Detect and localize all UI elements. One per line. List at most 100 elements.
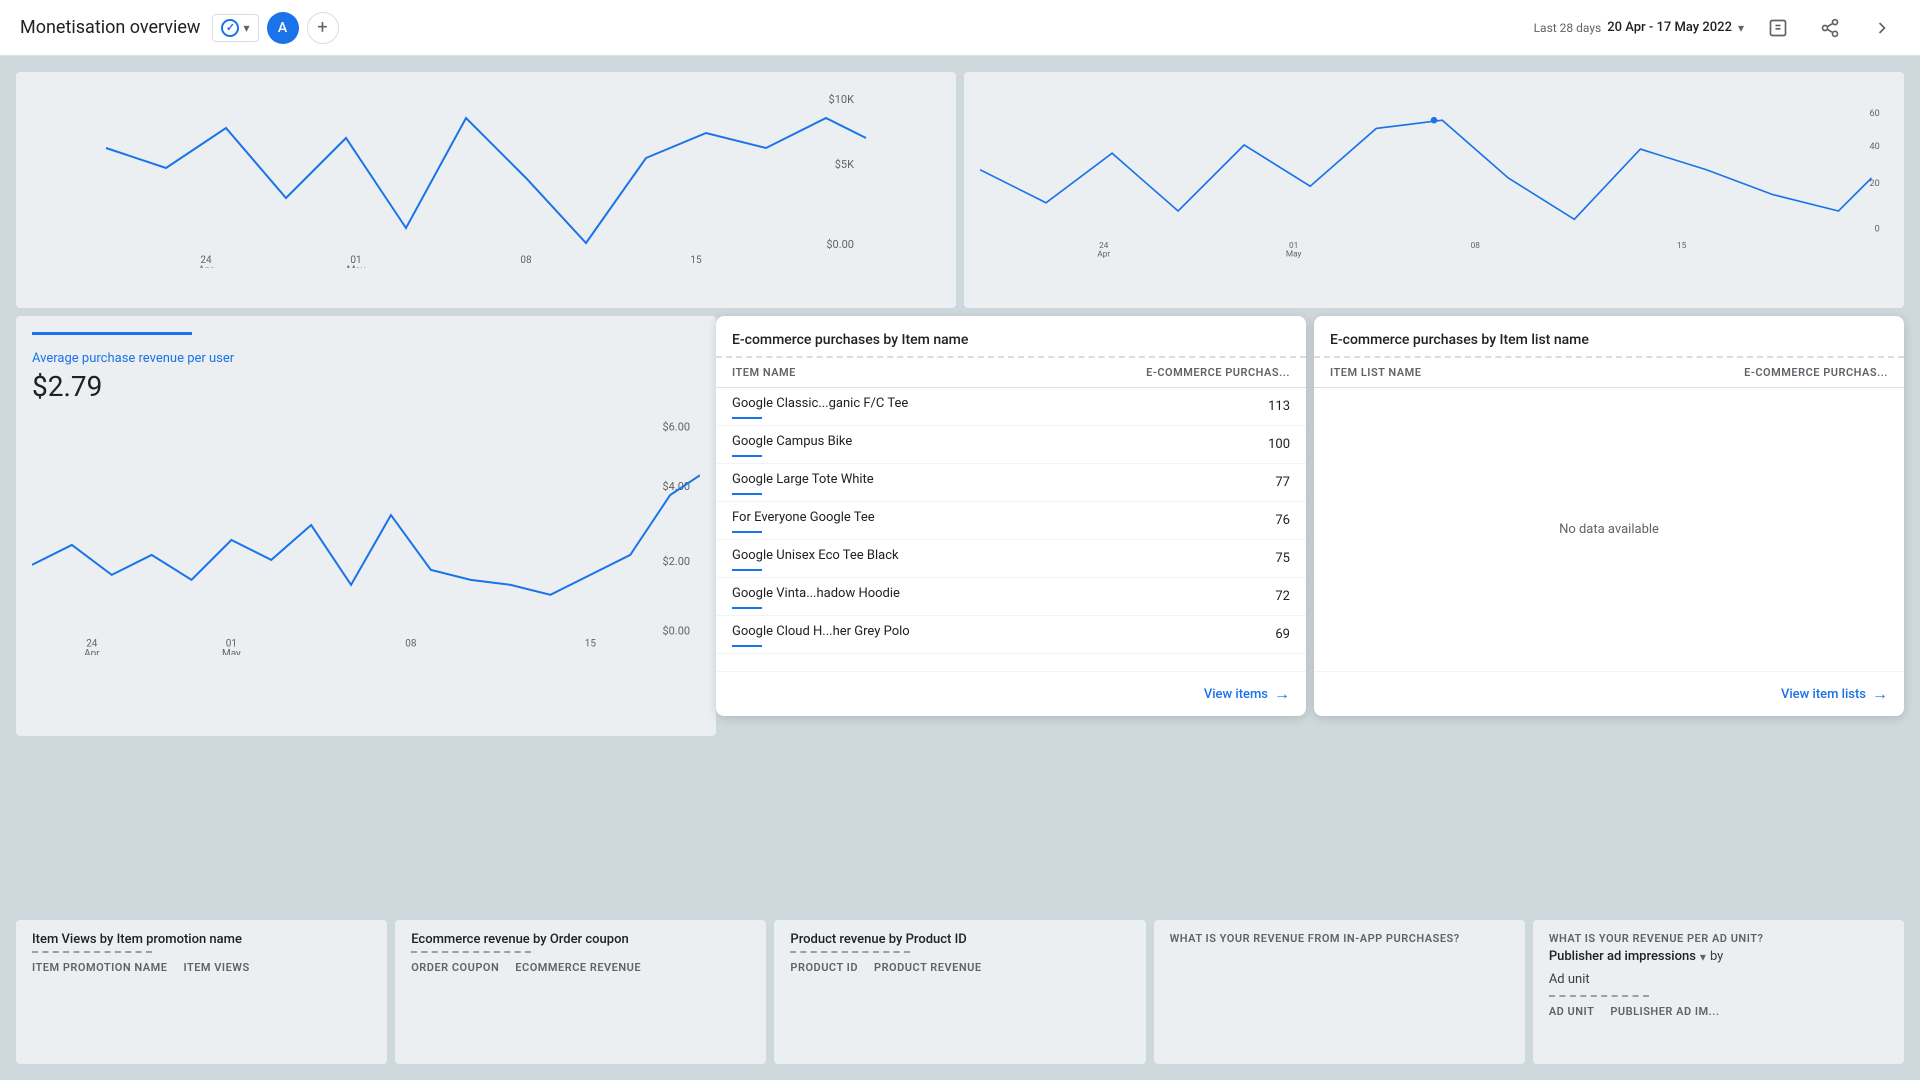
revenue-per-ad-unit-card: WHAT IS YOUR REVENUE PER AD UNIT? Publis… [1533,920,1904,1064]
ecommerce-card-footer: View items → [716,671,1306,716]
row-item-value: 76 [1275,513,1290,528]
svg-text:$10K: $10K [829,93,855,106]
svg-text:May: May [1286,249,1302,259]
row-underline [732,645,762,647]
ecommerce-item-name-header: E-commerce purchases by Item name [716,316,1306,358]
publisher-impressions-row: Publisher ad impressions ▾ by [1549,949,1888,964]
ecommerce-item-list-header: E-commerce purchases by Item list name [1314,316,1904,358]
table-row: Google Campus Bike 100 [716,426,1306,464]
row-item-name: Google Classic...ganic F/C Tee [732,396,1268,417]
row-item-value: 75 [1275,551,1290,566]
svg-text:May: May [347,265,366,268]
item-views-promotion-card: Item Views by Item promotion name ITEM P… [16,920,387,1064]
check-button[interactable]: ▾ [212,14,258,42]
svg-text:Apr: Apr [84,649,100,655]
add-button[interactable]: + [307,12,339,44]
publisher-impressions-label: Publisher ad impressions [1549,949,1696,964]
svg-text:40: 40 [1870,142,1880,152]
row-underline [732,455,762,457]
top-charts-row: $10K $5K $0.00 24 Apr 01 May 08 15 60 40… [0,56,1920,316]
avatar[interactable]: A [267,12,299,44]
header: Monetisation overview ▾ A + Last 28 days… [0,0,1920,56]
table-row: Google Large Tote White 77 [716,464,1306,502]
edit-icon-button[interactable] [1760,10,1796,46]
svg-text:15: 15 [1677,241,1687,251]
table-row: Google Cloud H...her Grey Polo 69 [716,616,1306,654]
col-item-name-header: ITEM NAME [732,366,1146,379]
date-range-dropdown-arrow: ▾ [1738,21,1744,35]
row-underline [732,493,762,495]
item-list-card-footer: View item lists → [1314,671,1904,716]
ecommerce-coupon-card: Ecommerce revenue by Order coupon ORDER … [395,920,766,1064]
svg-text:60: 60 [1870,109,1880,119]
share-icon-button[interactable] [1812,10,1848,46]
floating-table-cards: E-commerce purchases by Item name ITEM N… [716,316,1904,716]
item-promo-col1: ITEM PROMOTION NAME [32,961,167,974]
table-row: For Everyone Google Tee 76 [716,502,1306,540]
product-revenue-cols: PRODUCT ID PRODUCT REVENUE [790,961,1129,974]
svg-text:$6.00: $6.00 [663,420,691,433]
svg-text:$0.00: $0.00 [663,625,691,638]
product-revenue-card: Product revenue by Product ID PRODUCT ID… [774,920,1145,1064]
ad-unit-cols: AD UNIT PUBLISHER AD IM... [1549,1005,1888,1018]
table-row: Google Unisex Eco Tee Black 75 [716,540,1306,578]
row-item-name: Google Campus Bike [732,434,1268,455]
view-item-lists-link[interactable]: View item lists → [1781,684,1888,704]
view-items-link[interactable]: View items → [1204,684,1290,704]
header-right: Last 28 days 20 Apr - 17 May 2022 ▾ [1534,10,1900,46]
active-tab-indicator [32,332,192,335]
svg-text:$2.00: $2.00 [663,555,691,568]
svg-text:15: 15 [585,639,597,650]
dropdown-arrow: ▾ [243,21,249,35]
dropdown-arrow[interactable]: ▾ [1700,950,1706,964]
table-row: Google Vinta...hadow Hoodie 72 [716,578,1306,616]
row-item-name: Google Vinta...hadow Hoodie [732,586,1275,607]
row-item-value: 77 [1275,475,1290,490]
row-item-name: Google Cloud H...her Grey Polo [732,624,1275,645]
ecommerce-item-list-title: E-commerce purchases by Item list name [1330,332,1888,348]
ad-unit-question: WHAT IS YOUR REVENUE PER AD UNIT? [1549,932,1888,945]
row-underline [732,569,762,571]
ecommerce-coupon-cols: ORDER COUPON ECOMMERCE REVENUE [411,961,750,974]
svg-text:08: 08 [405,639,417,650]
view-item-lists-label: View item lists [1781,687,1866,702]
row-item-value: 69 [1275,627,1290,642]
middle-section: Average purchase revenue per user $2.79 … [0,316,1920,736]
svg-text:Apr: Apr [1097,249,1110,259]
svg-text:08: 08 [520,255,532,266]
item-views-title: Item Views by Item promotion name [32,932,371,947]
ad-unit-col2: PUBLISHER AD IM... [1610,1005,1719,1018]
date-range[interactable]: Last 28 days 20 Apr - 17 May 2022 ▾ [1534,20,1744,35]
more-icon-button[interactable] [1864,10,1900,46]
avg-revenue-chart-card: Average purchase revenue per user $2.79 … [16,316,716,736]
date-range-label: Last 28 days [1534,21,1602,35]
top-right-chart: 60 40 20 0 24 Apr 01 May 08 15 [964,72,1904,308]
view-item-lists-arrow: → [1872,684,1888,704]
ad-unit-col1: AD UNIT [1549,1005,1595,1018]
ecommerce-item-name-card: E-commerce purchases by Item name ITEM N… [716,316,1306,716]
in-app-purchases-card: WHAT IS YOUR REVENUE FROM IN-APP PURCHAS… [1154,920,1525,1064]
row-underline [732,607,762,609]
ecommerce-item-list-card: E-commerce purchases by Item list name I… [1314,316,1904,716]
item-list-col-value-header: E-COMMERCE PURCHAS... [1744,366,1888,379]
check-circle-icon [221,19,239,37]
main-content: $10K $5K $0.00 24 Apr 01 May 08 15 60 40… [0,56,1920,1080]
row-item-value: 100 [1268,437,1290,452]
svg-text:0: 0 [1875,225,1880,235]
avg-revenue-title: Average purchase revenue per user [32,351,700,366]
coupon-col1: ORDER COUPON [411,961,499,974]
coupon-col2: ECOMMERCE REVENUE [515,961,641,974]
svg-text:08: 08 [1471,241,1481,251]
by-label: by [1710,949,1723,964]
row-item-name: For Everyone Google Tee [732,510,1275,531]
row-item-value: 72 [1275,589,1290,604]
no-data-message: No data available [1314,388,1904,671]
col-value-header: E-COMMERCE PURCHAS... [1146,366,1290,379]
item-views-cols: ITEM PROMOTION NAME ITEM VIEWS [32,961,371,974]
view-items-arrow: → [1274,684,1290,704]
in-app-question: WHAT IS YOUR REVENUE FROM IN-APP PURCHAS… [1170,932,1509,945]
product-col1: PRODUCT ID [790,961,858,974]
product-col2: PRODUCT REVENUE [874,961,982,974]
svg-text:$0.00: $0.00 [826,238,854,251]
row-item-name: Google Large Tote White [732,472,1275,493]
